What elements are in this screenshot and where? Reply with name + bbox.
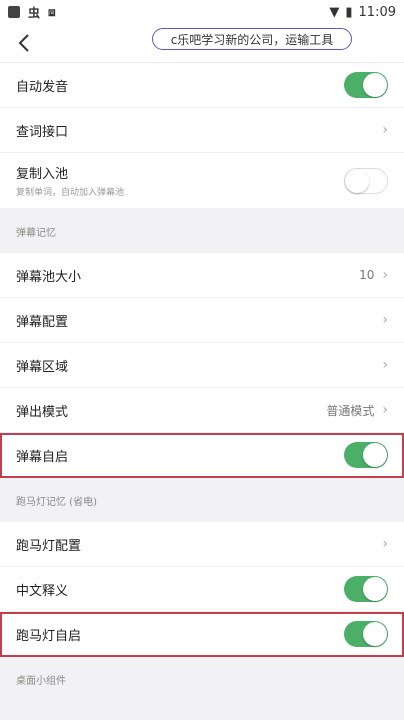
barrage-autostart-toggle[interactable] <box>344 442 388 468</box>
app-notification-icon: 虫 <box>28 5 41 20</box>
chevron-right-icon: › <box>382 312 388 328</box>
settings-list-barrage: 弹幕池大小 10 › 弹幕配置 › 弹幕区域 › 弹出模式 普通模式 › 弹幕自启 <box>0 253 404 478</box>
setting-label: 复制入池 <box>16 167 69 182</box>
battery-icon: ▮ <box>345 4 353 20</box>
copy-to-pool-toggle[interactable] <box>344 167 388 194</box>
setting-marquee-config[interactable]: 跑马灯配置 › <box>0 522 404 567</box>
auto-pronounce-toggle[interactable] <box>344 72 388 98</box>
section-header-widget: 桌面小组件 <box>16 675 66 687</box>
setting-auto-pronounce[interactable]: 自动发音 <box>0 63 404 108</box>
setting-label: 跑马灯配置 <box>16 538 82 554</box>
chevron-right-icon: › <box>382 536 388 552</box>
setting-label: 查词接口 <box>16 124 69 140</box>
chevron-right-icon: › <box>382 122 388 138</box>
section-header-barrage: 弹幕记忆 <box>16 227 56 239</box>
setting-label: 弹幕自启 <box>16 449 69 465</box>
status-bar: 虫 ⧈ ▼ ▮ 11:09 <box>0 0 404 24</box>
setting-barrage-config[interactable]: 弹幕配置 › <box>0 298 404 343</box>
setting-label: 弹幕区域 <box>16 359 69 375</box>
clock: 11:09 <box>358 4 396 20</box>
setting-value: 10 <box>359 268 375 282</box>
alert-notification-icon: ⧈ <box>48 4 56 19</box>
setting-label: 跑马灯自启 <box>16 628 82 644</box>
chevron-right-icon: › <box>382 267 388 283</box>
setting-label: 弹出模式 <box>16 404 69 420</box>
wifi-icon: ▼ <box>329 4 340 20</box>
setting-marquee-autostart[interactable]: 跑马灯自启 王 <box>0 612 404 657</box>
chinese-definition-toggle[interactable] <box>344 576 388 602</box>
chevron-right-icon: › <box>382 402 388 418</box>
settings-list-marquee: 跑马灯配置 › 中文释义 跑马灯自启 王 <box>0 522 404 657</box>
notification-square-icon <box>8 6 20 18</box>
settings-list-top: 自动发音 查词接口 › 复制入池 复制单词，自动加入弹幕池 <box>0 63 404 209</box>
top-bar: c乐吧学习新的公司，运输工具 <box>0 24 404 63</box>
setting-label: 弹幕配置 <box>16 314 69 330</box>
page-title-overlay: c乐吧学习新的公司，运输工具 <box>152 28 352 50</box>
section-header-marquee: 跑马灯记忆 (省电) <box>16 496 97 508</box>
marquee-autostart-toggle[interactable] <box>344 621 388 647</box>
setting-copy-to-pool[interactable]: 复制入池 复制单词，自动加入弹幕池 <box>0 153 404 209</box>
setting-barrage-autostart[interactable]: 弹幕自启 <box>0 433 404 478</box>
setting-label: 弹幕池大小 <box>16 269 82 285</box>
setting-label: 自动发音 <box>16 79 69 95</box>
back-arrow-icon[interactable] <box>12 30 36 56</box>
setting-chinese-definition[interactable]: 中文释义 <box>0 567 404 612</box>
setting-value: 普通模式 <box>326 403 375 418</box>
setting-barrage-area[interactable]: 弹幕区域 › <box>0 343 404 388</box>
setting-sublabel: 复制单词，自动加入弹幕池 <box>16 188 125 198</box>
setting-label: 中文释义 <box>16 583 69 599</box>
setting-dictionary-api[interactable]: 查词接口 › <box>0 108 404 153</box>
setting-popup-mode[interactable]: 弹出模式 普通模式 › <box>0 388 404 433</box>
chevron-right-icon: › <box>382 357 388 373</box>
setting-pool-size[interactable]: 弹幕池大小 10 › <box>0 253 404 298</box>
